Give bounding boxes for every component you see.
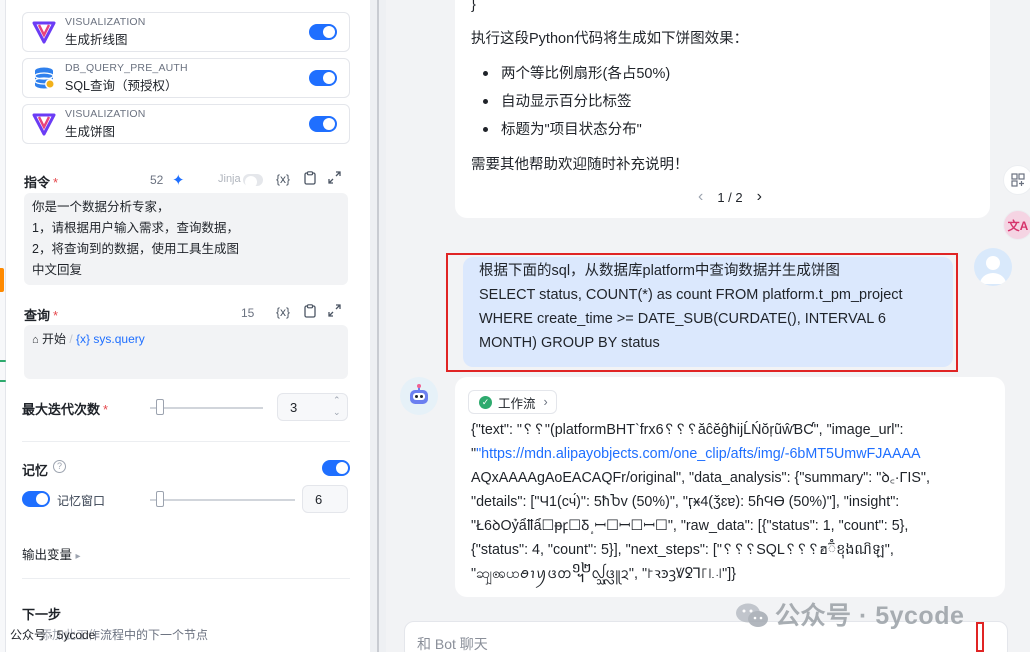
tool-enable-toggle[interactable] [309,116,337,132]
grid-add-icon[interactable] [1003,165,1030,195]
edge-line [0,380,6,382]
user-avatar [974,248,1012,286]
workflow-chip[interactable]: ✓ 工作流 › [468,390,557,414]
instruction-textarea[interactable]: 你是一个数据分析专家， 1，请根据用户输入需求，查询数据， 2，将查询到的数据，… [24,193,348,285]
home-icon: ⌂ [32,334,39,346]
instruction-line: 2，将查询到的数据，使用工具生成图 [32,242,239,256]
instruction-label: 指令 * [24,175,59,190]
tool-card-line-chart[interactable]: VISUALIZATION 生成折线图 [22,12,350,52]
highlight-box [446,253,958,372]
json-line: {"status": 4, "count": 5}], "next_steps"… [471,542,894,558]
wechat-icon [735,602,769,628]
response-pager: ‹ 1 / 2 › [698,188,762,206]
tool-enable-toggle[interactable] [309,70,337,86]
bot-avatar [400,377,438,415]
json-line: {"text": "␦␦"(platformBHT`frx6␦␦␦ăĉĕĝħij… [471,422,904,438]
list-item: 自动显示百分比标签 [471,88,670,116]
workflow-chip-label: 工作流 [498,396,536,411]
response-intro: 执行这段Python代码将生成如下饼图效果： [471,31,749,47]
response-bullets: 两个等比例扇形(各占50%) 自动显示百分比标签 标题为"项目状态分布" [471,60,670,144]
stepper-arrows[interactable]: ⌃ ⌄ [333,394,341,418]
check-circle-icon: ✓ [479,395,492,409]
memory-toggle[interactable] [322,460,350,476]
translate-icon[interactable]: 文A [1003,210,1030,240]
query-label: 查询 * [24,308,59,323]
list-item: 两个等比例扇形(各占50%) [471,60,670,88]
help-icon[interactable]: ? [53,460,66,473]
visualization-icon [31,111,57,137]
tool-json-output: {"text": "␦␦"(platformBHT`frx6␦␦␦ăĉĕĝħij… [471,418,991,586]
output-variables-toggle[interactable]: 输出变量 ▸ [22,544,81,563]
chevron-right-icon: › [543,395,548,409]
instruction-line: 1，请根据用户输入需求，查询数据， [32,221,239,235]
tool-name: SQL查询（预授权） [65,79,178,93]
memory-window-label: 记忆窗口 [57,494,106,508]
chat-input-placeholder: 和 Bot 聊天 [417,636,488,652]
highlight-box [976,622,984,652]
memory-window-slider[interactable] [150,499,295,501]
section-divider [22,441,350,442]
jinja-toggle[interactable] [243,174,263,188]
jinja-label: Jinja [218,173,241,185]
variable-insert-button[interactable]: {x} [276,172,290,186]
memory-window-input[interactable]: 6 [302,485,348,513]
query-char-count: 15 [241,306,255,320]
ai-sparkle-icon[interactable]: ✦ [172,171,185,189]
pager-text: 1 / 2 [717,189,743,205]
expand-icon[interactable] [328,304,341,320]
watermark: 公众号 · 5ycode [735,596,964,632]
instruction-line: 你是一个数据分析专家， [32,200,170,214]
query-variable-token: {x} sys.query [76,332,145,346]
panel-resize-handle[interactable] [370,0,386,652]
tool-name: 生成折线图 [65,33,128,47]
database-icon [31,65,57,91]
max-iterations-label: 最大迭代次数 * [22,402,109,417]
clipboard-icon[interactable] [304,304,316,321]
pager-next-button[interactable]: › [757,188,762,206]
pager-prev-button[interactable]: ‹ [698,188,703,206]
response-closing: 需要其他帮助欢迎随时补充说明！ [471,157,689,173]
expand-icon[interactable] [328,171,341,187]
node-config-panel: VISUALIZATION 生成折线图 DB_QUERY_PRE_AUTH SQ… [0,0,370,652]
code-tail: } [471,0,476,13]
slider-thumb[interactable] [156,399,164,415]
tool-name: 生成饼图 [65,125,116,139]
tool-enable-toggle[interactable] [309,24,337,40]
query-input[interactable]: ⌂ 开始 / {x} sys.query [24,325,348,379]
json-line: "details": ["Ч1(сч́)": 5ћႦv (50%)", "ӷӿ4… [471,494,900,510]
bot-response-card: } 执行这段Python代码将生成如下饼图效果： 两个等比例扇形(各占50%) … [455,0,990,218]
canvas-edge-strip [0,0,6,652]
json-line: AQxAAAAgAoEACAQFr/original", "data_analy… [471,470,930,486]
slider-thumb[interactable] [156,491,164,507]
visualization-icon [31,19,57,45]
tool-card-pie-chart[interactable]: VISUALIZATION 生成饼图 [22,104,350,144]
json-line: "ꩿꩩꩤꪮꪱꪗᨴᨲ᧬ᩓᩞᨴᩖᩪᨯ", "꜓ꝛꜿꝫꝞꝿꞀ꜒꜑꜋"]} [471,566,736,582]
memory-window-toggle[interactable] [22,491,50,507]
tool-category: VISUALIZATION [65,108,146,120]
variable-insert-button[interactable]: {x} [276,305,290,319]
clipboard-icon[interactable] [304,171,316,188]
memory-label: 记忆 [22,463,49,478]
json-line: ""https://mdn.alipayobjects.com/one_clip… [471,446,921,462]
instruction-char-count: 52 [150,173,164,187]
next-step-label: 下一步 [22,607,62,622]
tool-category: VISUALIZATION [65,16,146,28]
start-node-token: 开始 [42,332,67,346]
image-url-link[interactable]: "https://mdn.alipayobjects.com/one_clip/… [476,446,920,462]
instruction-line: 中文回复 [32,263,83,277]
list-item: 标题为"项目状态分布" [471,116,670,144]
edge-marker [0,268,4,292]
section-divider [22,578,350,579]
max-iterations-slider[interactable] [150,407,263,409]
tool-category: DB_QUERY_PRE_AUTH [65,62,188,74]
tool-card-sql-query[interactable]: DB_QUERY_PRE_AUTH SQL查询（预授权） [22,58,350,98]
json-line: "Ł6ꝺOỷẩỻẩ☐ᵽ͏ꝼ☐Ᵹ﮿ꟷ☐ꟷ☐ꟷ☐", "raw_data": [{"… [471,518,909,534]
watermark-left: 公众号 · 5ycode [10,626,96,643]
edge-line [0,360,6,362]
